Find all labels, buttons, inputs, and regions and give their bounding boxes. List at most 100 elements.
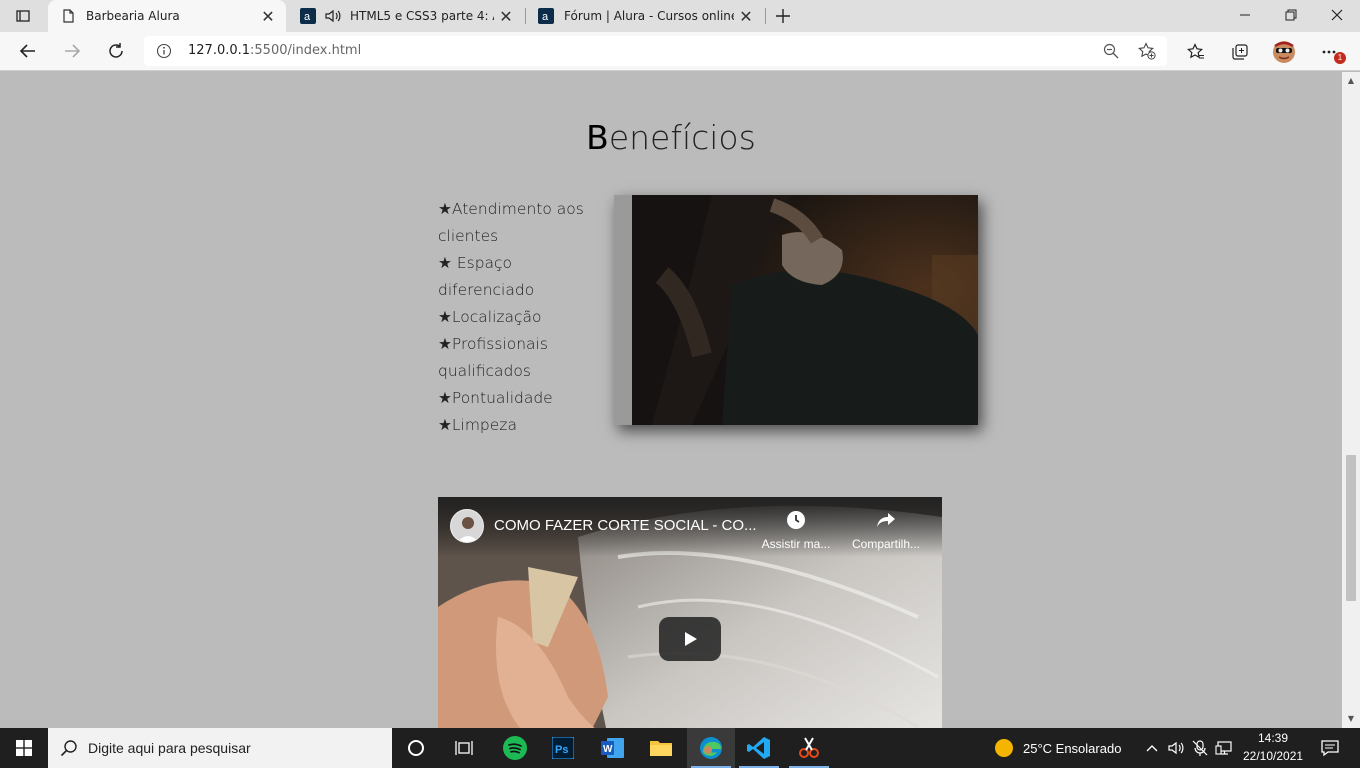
settings-menu-button[interactable]: 1 [1318,40,1346,64]
favorites-icon [1187,43,1204,59]
back-button[interactable] [12,36,44,66]
add-favorite-icon[interactable] [1137,41,1157,61]
url-path: :5500/index.html [250,43,362,58]
channel-avatar[interactable] [450,509,484,543]
photoshop-icon: Ps [552,737,574,759]
watch-later-label: Assistir ma... [761,537,831,551]
tab-forum-alura[interactable]: a Fórum | Alura - Cursos online de ✕ [526,0,764,32]
refresh-icon [109,43,123,58]
back-arrow-icon [19,44,35,58]
benefit-item: ★Atendimento aos clientes [438,200,584,245]
tab-separator [765,8,766,24]
restore-button[interactable] [1268,0,1314,30]
profile-avatar[interactable] [1272,40,1296,64]
tab-title: Fórum | Alura - Cursos online de [564,9,734,23]
collections-button[interactable] [1228,40,1252,64]
alura-icon: a [538,8,554,24]
tab-barbearia[interactable]: Barbearia Alura ✕ [48,0,286,32]
task-view-button[interactable] [440,728,488,768]
benefit-item: ★Pontualidade [438,389,553,407]
taskbar-word[interactable]: W [589,728,637,768]
forward-button[interactable] [56,36,88,66]
minimize-button[interactable] [1222,0,1268,30]
zoom-icon[interactable] [1101,41,1121,61]
clock-date[interactable]: 22/10/2021 [1243,749,1303,763]
tab-actions-icon [16,10,30,22]
task-view-icon [455,741,473,755]
refresh-button[interactable] [100,36,132,66]
cortana-button[interactable] [392,728,440,768]
spotify-icon [503,736,527,760]
page-viewport: Benefícios ★Atendimento aos clientes ★ E… [0,72,1342,728]
share-button[interactable]: Compartilh... [846,507,926,551]
vscode-icon [747,737,770,759]
avatar-icon [1273,41,1295,63]
video-title[interactable]: COMO FAZER CORTE SOCIAL - CO... [494,517,757,534]
word-icon: W [601,738,624,758]
network-icon[interactable] [1215,740,1233,756]
play-icon [685,632,697,646]
microphone-muted-icon[interactable] [1191,739,1209,757]
close-tab-icon[interactable]: ✕ [734,4,758,28]
photo-side-strip [614,195,632,425]
scroll-up-arrow-icon[interactable]: ▲ [1346,76,1356,86]
taskbar-edge[interactable] [687,728,735,768]
start-button[interactable] [0,728,48,768]
url-text: 127.0.0.1:5500/index.html [188,43,361,58]
alura-icon: a [300,8,316,24]
new-tab-button[interactable] [770,4,796,28]
benefit-item: ★Limpeza [438,416,517,434]
tab-strip: Barbearia Alura ✕ a HTML5 e CSS3 parte 4… [0,0,1360,32]
scroll-down-arrow-icon[interactable]: ▼ [1346,714,1356,724]
site-info-icon[interactable] [156,43,172,59]
youtube-video-embed[interactable]: COMO FAZER CORTE SOCIAL - CO... Assistir… [438,497,942,728]
close-icon [1331,9,1343,21]
heading-rest: enefícios [608,118,756,157]
snipping-tool-icon [799,737,819,758]
weather-text[interactable]: 25°C Ensolarado [1023,741,1121,756]
taskbar-snipping-tool[interactable] [785,728,833,768]
share-label: Compartilh... [851,537,921,551]
tab-title: Barbearia Alura [86,9,180,23]
heading-first-letter: B [586,118,609,157]
tab-html5-css3[interactable]: a HTML5 e CSS3 parte 4: Aula ✕ [288,0,524,32]
close-window-button[interactable] [1314,0,1360,30]
tab-actions-button[interactable] [0,0,46,32]
barber-photo [614,195,978,425]
folder-icon [650,741,672,756]
scroll-thumb[interactable] [1346,455,1356,601]
taskbar-search-box[interactable]: Digite aqui para pesquisar [48,728,392,768]
action-center-button[interactable] [1310,728,1350,768]
favorites-button[interactable] [1184,40,1208,64]
speaker-icon[interactable] [324,8,342,24]
benefit-item: ★Localização [438,308,542,326]
taskbar-spotify[interactable] [491,728,539,768]
page-scrollbar[interactable]: ▲ ▼ [1342,72,1360,728]
windows-taskbar: Digite aqui para pesquisar Ps W 25°C Ens… [0,728,1360,768]
taskbar-file-explorer[interactable] [637,728,685,768]
tab-title: HTML5 e CSS3 parte 4: Aula [350,9,494,23]
page-icon [63,9,74,23]
address-bar[interactable]: 127.0.0.1:5500/index.html [144,36,1167,66]
benefit-item: ★ Espaço diferenciado [438,254,535,299]
collections-icon [1232,44,1248,60]
browser-toolbar: 127.0.0.1:5500/index.html 1 [0,32,1360,71]
taskbar-vscode[interactable] [735,728,783,768]
close-tab-icon[interactable]: ✕ [494,4,518,28]
svg-text:a: a [542,11,549,23]
share-icon [877,513,895,527]
url-host: 127.0.0.1 [188,43,251,58]
clock-time[interactable]: 14:39 [1258,731,1288,745]
benefit-item: ★Profissionais qualificados [438,335,548,380]
weather-sun-icon [995,739,1013,757]
volume-icon[interactable] [1167,740,1185,756]
windows-logo-icon [16,740,32,756]
taskbar-photoshop[interactable]: Ps [539,728,587,768]
chevron-up-icon[interactable] [1145,741,1159,755]
forward-arrow-icon [65,44,81,58]
search-icon [60,740,77,757]
watch-later-button[interactable]: Assistir ma... [756,507,836,551]
close-tab-icon[interactable]: ✕ [256,4,280,28]
play-button[interactable] [659,617,721,661]
restore-icon [1285,9,1297,21]
